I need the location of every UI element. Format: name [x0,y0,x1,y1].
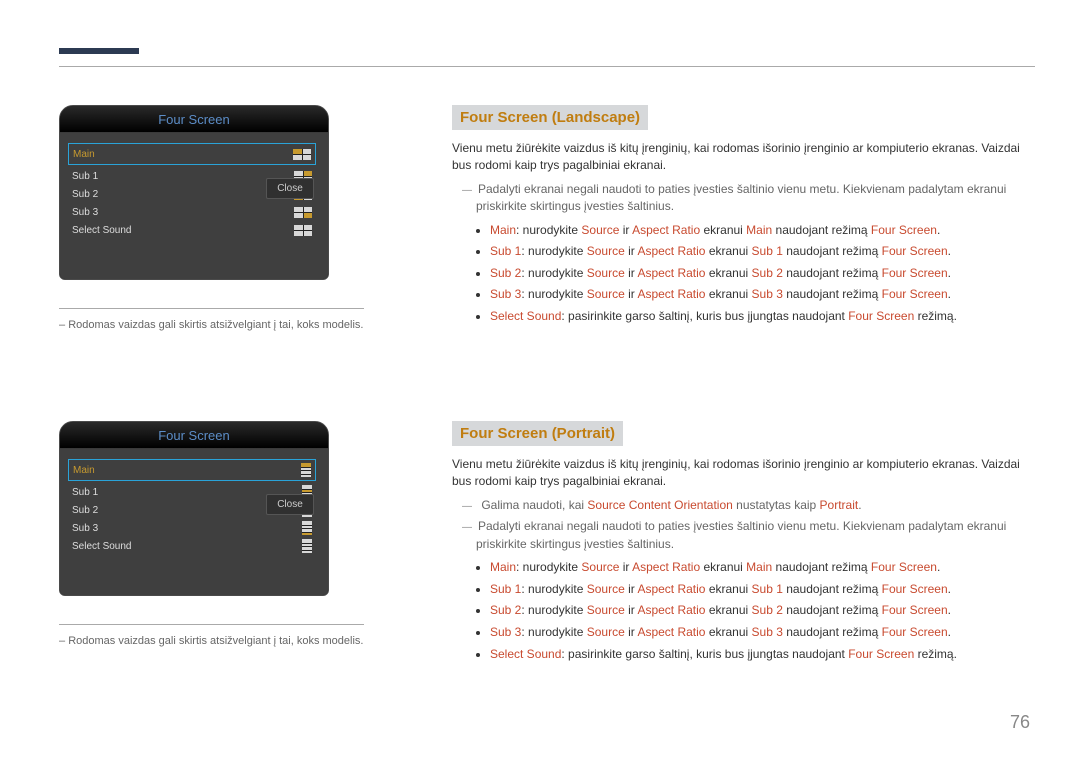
osd-landscape-figure: Four Screen Main Sub 1 Sub 2 Sub 3 [59,105,419,331]
layout-icon [294,207,312,218]
osd-item-label: Sub 3 [72,207,98,218]
list-item: Sub 2: nurodykite Source ir Aspect Ratio… [490,600,1032,622]
layout-icon [293,149,311,160]
note-line-orientation: Galima naudoti, kai Source Content Orien… [452,497,1032,515]
section-portrait: Four Screen (Portrait) Vienu metu žiūrėk… [452,421,1032,665]
layout-icon [294,225,312,236]
osd-panel-landscape: Four Screen Main Sub 1 Sub 2 Sub 3 [59,105,329,280]
bullet-list-portrait: Main: nurodykite Source ir Aspect Ratio … [452,557,1032,665]
list-item: Sub 1: nurodykite Source ir Aspect Ratio… [490,579,1032,601]
osd-item-label: Select Sound [72,225,132,236]
osd-item-main[interactable]: Main [68,459,316,481]
osd-title: Four Screen [60,422,328,449]
osd-item-label: Main [73,465,95,476]
header-rule [59,66,1035,67]
osd-item-label: Sub 3 [72,523,98,534]
osd-item-label: Sub 2 [72,189,98,200]
osd-item-select-sound[interactable]: Select Sound [68,537,316,555]
note-line: Padalyti ekranai negali naudoti to patie… [452,518,1032,553]
header-accent-bar [59,48,139,54]
layout-icon [302,539,312,553]
osd-title: Four Screen [60,106,328,133]
note-line: Padalyti ekranai negali naudoti to patie… [452,181,1032,216]
list-item: Main: nurodykite Source ir Aspect Ratio … [490,220,1032,242]
osd-panel-portrait: Four Screen Main Sub 1 Sub 2 Sub 3 [59,421,329,596]
osd-item-label: Sub 1 [72,487,98,498]
osd-item-select-sound[interactable]: Select Sound [68,221,316,239]
osd-item-sub3[interactable]: Sub 3 [68,203,316,221]
osd-portrait-figure: Four Screen Main Sub 1 Sub 2 Sub 3 [59,421,419,647]
list-item: Select Sound: pasirinkite garso šaltinį,… [490,644,1032,666]
osd-item-label: Sub 1 [72,171,98,182]
list-item: Sub 3: nurodykite Source ir Aspect Ratio… [490,622,1032,644]
section-heading: Four Screen (Landscape) [452,105,648,130]
osd-item-main[interactable]: Main [68,143,316,165]
layout-icon [302,521,312,535]
layout-icon [301,463,311,477]
section-heading: Four Screen (Portrait) [452,421,623,446]
list-item: Sub 1: nurodykite Source ir Aspect Ratio… [490,241,1032,263]
section-para: Vienu metu žiūrėkite vaizdus iš kitų įre… [452,456,1032,491]
section-para: Vienu metu žiūrėkite vaizdus iš kitų įre… [452,140,1032,175]
image-disclaimer: – Rodomas vaizdas gali skirtis atsižvelg… [59,624,364,647]
osd-item-label: Select Sound [72,541,132,552]
close-button[interactable]: Close [266,178,314,199]
image-disclaimer: – Rodomas vaizdas gali skirtis atsižvelg… [59,308,364,331]
list-item: Select Sound: pasirinkite garso šaltinį,… [490,306,1032,328]
osd-item-label: Main [73,149,95,160]
bullet-list-landscape: Main: nurodykite Source ir Aspect Ratio … [452,220,1032,328]
list-item: Main: nurodykite Source ir Aspect Ratio … [490,557,1032,579]
list-item: Sub 2: nurodykite Source ir Aspect Ratio… [490,263,1032,285]
osd-item-label: Sub 2 [72,505,98,516]
osd-item-sub3[interactable]: Sub 3 [68,519,316,537]
close-button[interactable]: Close [266,494,314,515]
section-landscape: Four Screen (Landscape) Vienu metu žiūrė… [452,105,1032,328]
page-number: 76 [1010,712,1030,733]
list-item: Sub 3: nurodykite Source ir Aspect Ratio… [490,284,1032,306]
